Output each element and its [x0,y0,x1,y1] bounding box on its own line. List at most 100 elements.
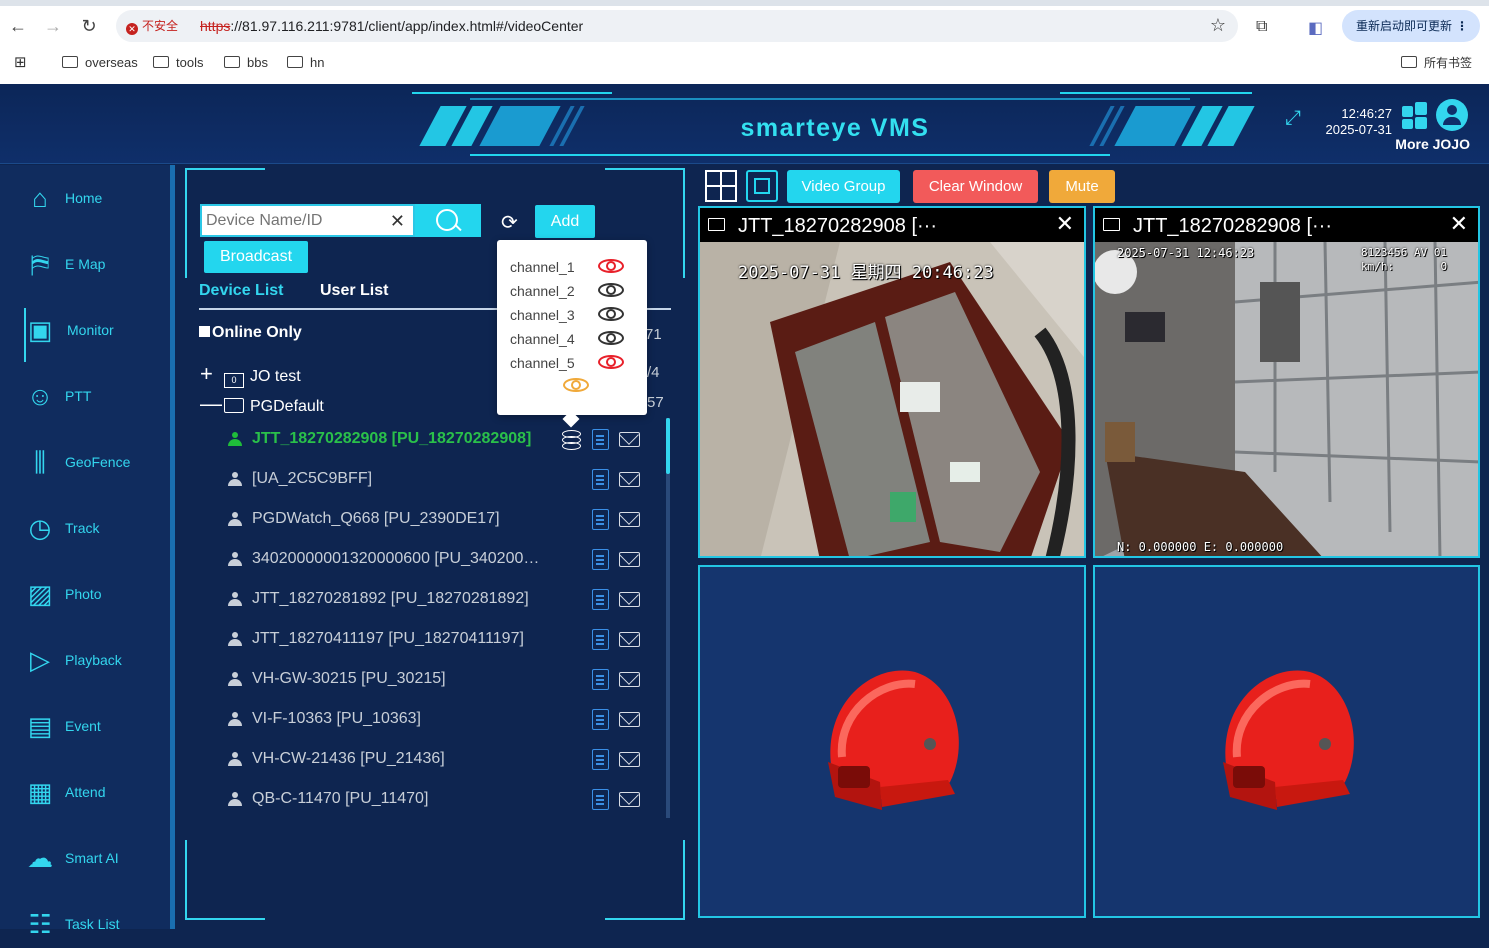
kebab-menu-icon[interactable]: ⋮ [1456,10,1468,42]
document-icon[interactable] [592,429,609,450]
mail-icon[interactable] [619,512,640,527]
profile-split-icon[interactable]: ◧ [1308,18,1323,38]
refresh-icon[interactable]: ⟳ [501,212,518,234]
document-icon[interactable] [592,589,609,610]
grid-layout-icon[interactable] [705,170,737,202]
document-icon[interactable] [592,469,609,490]
extensions-icon[interactable]: ⧉ [1256,18,1267,36]
list-item[interactable]: VI-F-10363 [PU_10363] [200,700,660,740]
online-only-checkbox[interactable]: Online Only [199,324,302,342]
list-item[interactable]: VH-GW-30215 [PU_30215] [200,660,660,700]
scrollbar-thumb[interactable] [666,418,670,474]
update-button[interactable]: 重新启动即可更新 ⋮ [1342,10,1480,42]
apps-grid-icon[interactable]: ⊞ [14,55,27,71]
video-window-1[interactable]: JTT_18270282908 [··· ✕ 2025-07-31 星期四 20… [698,206,1086,558]
close-icon[interactable]: ✕ [1056,213,1074,235]
channel-item[interactable]: channel_1 [510,256,635,278]
list-item[interactable]: PGDWatch_Q668 [PU_2390DE17] [200,500,660,540]
fullscreen-window-icon[interactable] [746,170,778,202]
channel-item[interactable]: channel_2 [510,280,635,302]
mail-icon[interactable] [619,432,640,447]
all-bookmarks[interactable]: 所有书签 [1401,55,1472,71]
sidebar-item-smart-ai[interactable]: ☁ Smart AI [0,834,170,882]
video-window-4[interactable] [1093,565,1480,918]
fullscreen-icon[interactable]: ⤢ [1285,108,1305,128]
channel-item[interactable]: channel_3 [510,304,635,326]
mail-icon[interactable] [619,552,640,567]
list-item[interactable]: QB-C-11470 [PU_11470] [200,780,660,820]
document-icon[interactable] [592,629,609,650]
list-item[interactable]: [UA_2C5C9BFF] [200,460,660,500]
document-icon[interactable] [592,669,609,690]
channel-item[interactable]: channel_4 [510,328,635,350]
avatar[interactable] [1436,99,1468,131]
list-item[interactable]: JTT_18270281892 [PU_18270281892] [200,580,660,620]
list-item[interactable]: VH-CW-21436 [PU_21436] [200,740,660,780]
add-button[interactable]: Add [535,205,595,238]
close-icon[interactable]: ✕ [1450,213,1468,235]
eye-icon[interactable] [598,305,624,323]
security-indicator[interactable]: ✕ 不安全 [126,17,178,35]
channel-item[interactable]: channel_5 [510,352,635,374]
list-item[interactable]: JTT_18270282908 [PU_18270282908] [200,420,660,460]
sidebar-item-geofence[interactable]: ⫼ GeoFence [0,438,170,486]
eye-icon[interactable] [598,281,624,299]
address-bar[interactable]: ✕ 不安全 https://81.97.116.211:9781/client/a… [116,10,1238,42]
list-item[interactable]: 34020000001320000600 [PU_340200… [200,540,660,580]
windows-layout-icon[interactable] [1400,102,1428,130]
sidebar-item-monitor[interactable]: ▣ Monitor [0,306,170,362]
sidebar-item-task-list[interactable]: ☷ Task List [0,900,170,948]
sidebar-item-e-map[interactable]: ⛿ E Map [0,240,170,288]
list-item[interactable]: JTT_18270411197 [PU_18270411197] [200,620,660,660]
document-icon[interactable] [592,789,609,810]
mail-icon[interactable] [619,752,640,767]
collapse-icon[interactable]: — [200,393,222,415]
tab-user-list[interactable]: User List [320,282,388,300]
mail-icon[interactable] [619,472,640,487]
storage-icon[interactable] [562,430,581,450]
sidebar-item-photo[interactable]: ▨ Photo [0,570,170,618]
document-icon[interactable] [592,509,609,530]
reload-icon[interactable]: ↻ [79,16,99,36]
search-button[interactable] [415,204,481,237]
video-window-2[interactable]: JTT_18270282908 [··· ✕ 2025-07-31 12:46:… [1093,206,1480,558]
mail-icon[interactable] [619,672,640,687]
video-group-button[interactable]: Video Group [787,170,900,203]
bookmark-overseas[interactable]: overseas [62,55,138,71]
back-icon[interactable]: ← [8,16,28,36]
sidebar-item-playback[interactable]: ▷ Playback [0,636,170,684]
mail-icon[interactable] [619,792,640,807]
sidebar-item-event[interactable]: ▤ Event [0,702,170,750]
video-window-3[interactable] [698,565,1086,918]
document-icon[interactable] [592,709,609,730]
group-pgdefault[interactable]: — PGDefault [200,393,324,416]
expand-icon[interactable]: + [200,363,220,385]
mail-icon[interactable] [619,632,640,647]
bookmark-tools[interactable]: tools [153,55,203,71]
bookmark-bbs[interactable]: bbs [224,55,268,71]
view-all-channels-icon[interactable] [563,376,589,394]
mail-icon[interactable] [619,592,640,607]
document-icon[interactable] [592,549,609,570]
sidebar-item-attend[interactable]: ▦ Attend [0,768,170,816]
tab-device-list[interactable]: Device List [199,282,283,300]
search-input[interactable] [206,210,381,232]
eye-icon[interactable] [598,329,624,347]
mute-button[interactable]: Mute [1049,170,1115,203]
document-icon[interactable] [592,749,609,770]
eye-icon[interactable] [598,353,624,371]
mail-icon[interactable] [619,712,640,727]
clear-icon[interactable]: ✕ [390,210,405,232]
forward-icon[interactable]: → [43,16,63,36]
bookmark-star-icon[interactable]: ☆ [1210,15,1226,36]
user-menu[interactable]: More JOJO [1380,136,1470,152]
sidebar-item-home[interactable]: ⌂ Home [0,174,170,222]
url-text[interactable]: https://81.97.116.211:9781/client/app/in… [200,17,583,35]
eye-icon[interactable] [598,257,624,275]
device-list-scrollbar[interactable] [666,418,670,818]
sidebar-item-track[interactable]: ◷ Track [0,504,170,552]
broadcast-button[interactable]: Broadcast [204,241,308,273]
clear-window-button[interactable]: Clear Window [913,170,1038,203]
sidebar-item-ptt[interactable]: ☺ PTT [0,372,170,420]
group-jo-test[interactable]: +0 JO test [200,363,301,388]
